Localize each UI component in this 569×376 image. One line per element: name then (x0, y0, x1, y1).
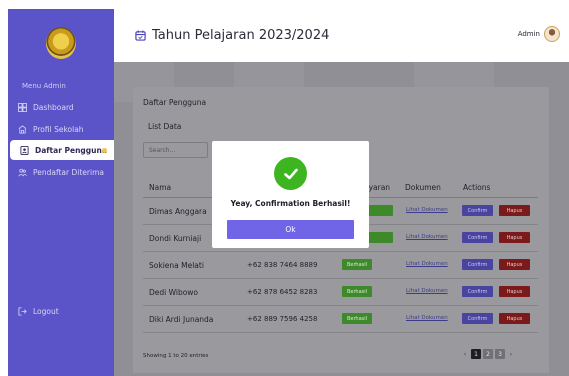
top-header: Tahun Pelajaran 2023/2024 Admin (114, 9, 569, 62)
sidebar-item-label: Daftar Pengguna (35, 145, 107, 155)
confirm-button[interactable]: Confirm (462, 232, 493, 243)
row-name: Dimas Anggara (149, 207, 207, 216)
view-document-link[interactable]: Lihat Dokumen (406, 288, 448, 294)
next-page-button[interactable]: › (506, 351, 516, 358)
page-button-1[interactable]: 1 (471, 349, 481, 359)
row-name: Diki Ardi Junanda (149, 315, 214, 324)
payment-badge: Berhasil (342, 313, 372, 324)
column-header-dokumen: Dokumen (405, 183, 441, 192)
sidebar: Menu Admin Dashboard Profil Sekolah Daft… (8, 9, 114, 376)
sidebar-item-dashboard[interactable]: Dashboard (8, 97, 114, 117)
ok-button[interactable]: Ok (227, 220, 354, 239)
app-window: Menu Admin Dashboard Profil Sekolah Daft… (8, 9, 569, 376)
users-accepted-icon (18, 168, 27, 176)
entries-info: Showing 1 to 20 entries (143, 353, 209, 359)
user-menu[interactable]: Admin (518, 26, 560, 42)
row-phone: +62 878 6452 8283 (247, 288, 318, 296)
row-name: Sokiena Melati (149, 261, 204, 270)
search-input[interactable]: Search... (143, 142, 208, 158)
avatar (544, 26, 560, 42)
column-header-actions: Actions (463, 183, 491, 192)
page-button-3[interactable]: 3 (495, 349, 505, 359)
view-document-link[interactable]: Lihat Dokumen (406, 261, 448, 267)
row-phone: +62 838 7464 8889 (247, 261, 318, 269)
delete-button[interactable]: Hapus (499, 205, 530, 216)
school-icon (18, 124, 27, 134)
table-row: Diki Ardi Junanda +62 889 7596 4258 Berh… (143, 306, 538, 333)
success-check-icon (274, 157, 307, 190)
page-title-text: Tahun Pelajaran 2023/2024 (152, 28, 330, 43)
pagination: ‹ 1 2 3 › (460, 349, 516, 359)
user-list-icon (20, 145, 29, 155)
payment-badge: Berhasil (342, 286, 372, 297)
confirm-button[interactable]: Confirm (462, 286, 493, 297)
logout-label: Logout (33, 306, 59, 316)
logout-button[interactable]: Logout (8, 301, 114, 321)
delete-button[interactable]: Hapus (499, 286, 530, 297)
sidebar-item-label: Profil Sekolah (33, 124, 84, 134)
page-title: Tahun Pelajaran 2023/2024 (135, 28, 329, 43)
table-row: Sokiena Melati +62 838 7464 8889 Berhasi… (143, 252, 538, 279)
menu-title: Menu Admin (22, 82, 66, 90)
school-logo (46, 27, 76, 59)
dashboard-icon (18, 102, 27, 112)
payment-badge: Berhasil (342, 259, 372, 270)
background-pattern (414, 62, 494, 87)
confirm-button[interactable]: Confirm (462, 259, 493, 270)
confirm-button[interactable]: Confirm (462, 205, 493, 216)
active-indicator (102, 147, 107, 153)
prev-page-button[interactable]: ‹ (460, 351, 470, 358)
confirm-button[interactable]: Confirm (462, 313, 493, 324)
delete-button[interactable]: Hapus (499, 313, 530, 324)
sidebar-item-label: Pendaftar Diterima (33, 167, 104, 177)
row-name: Dedi Wibowo (149, 288, 199, 297)
sidebar-item-profil-sekolah[interactable]: Profil Sekolah (8, 119, 114, 139)
view-document-link[interactable]: Lihat Dokumen (406, 234, 448, 240)
confirmation-dialog: Yeay, Confirmation Berhasil! Ok (212, 141, 369, 248)
view-document-link[interactable]: Lihat Dokumen (406, 315, 448, 321)
page-button-2[interactable]: 2 (483, 349, 493, 359)
calendar-icon (135, 30, 146, 41)
logout-icon (18, 306, 27, 316)
delete-button[interactable]: Hapus (499, 232, 530, 243)
sidebar-item-label: Dashboard (33, 102, 74, 112)
delete-button[interactable]: Hapus (499, 259, 530, 270)
row-phone: +62 889 7596 4258 (247, 315, 318, 323)
row-name: Dondi Kurniaji (149, 234, 202, 243)
list-title: List Data (148, 122, 182, 131)
view-document-link[interactable]: Lihat Dokumen (406, 207, 448, 213)
card-title: Daftar Pengguna (143, 98, 207, 107)
dialog-message: Yeay, Confirmation Berhasil! (230, 199, 351, 208)
sidebar-item-pendaftar-diterima[interactable]: Pendaftar Diterima (8, 162, 114, 182)
sidebar-item-daftar-pengguna[interactable]: Daftar Pengguna (10, 140, 114, 160)
column-header-nama: Nama (149, 183, 172, 192)
user-name: Admin (517, 30, 540, 38)
table-row: Dedi Wibowo +62 878 6452 8283 Berhasil L… (143, 279, 538, 306)
